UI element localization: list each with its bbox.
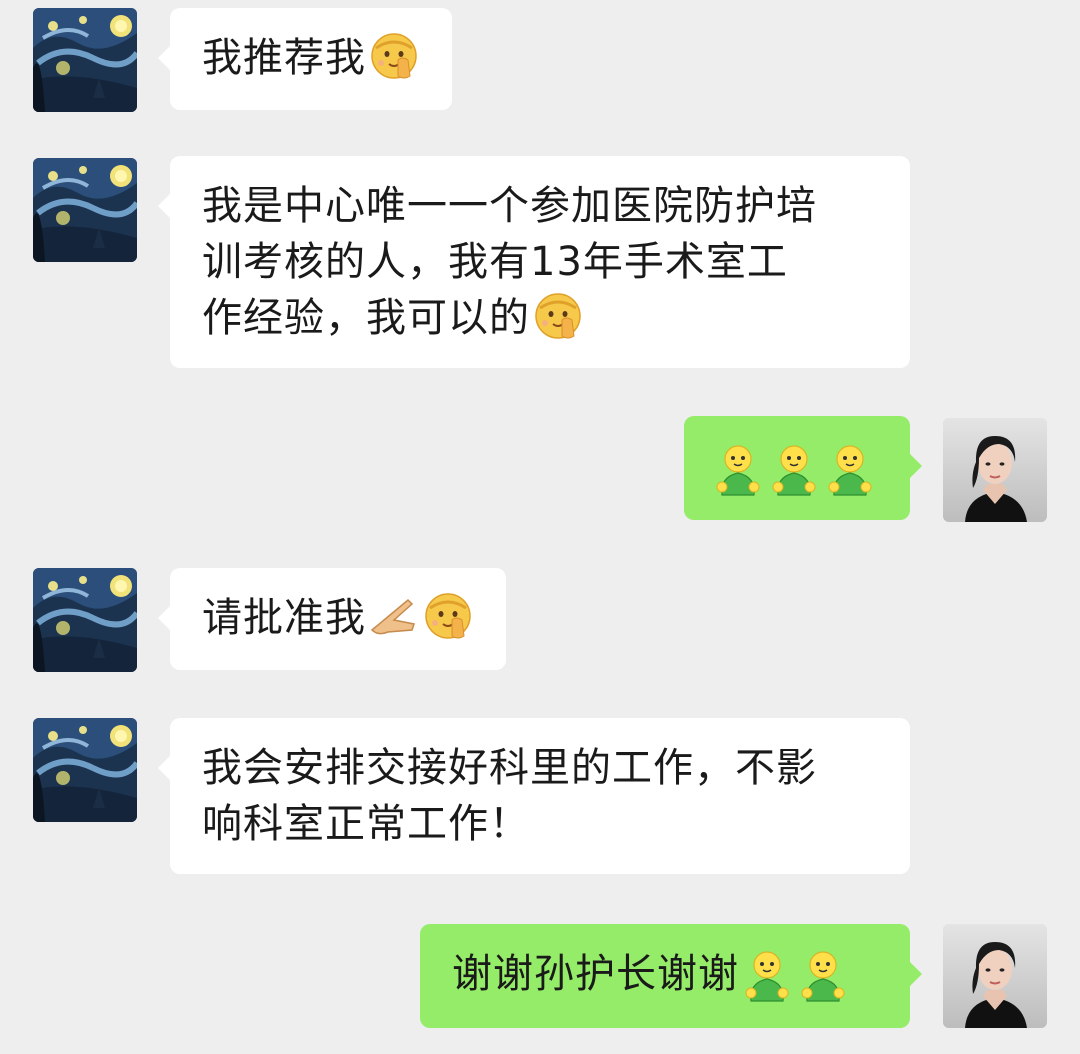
message-text: 我推荐我 [202,35,366,81]
starry-night-avatar[interactable] [33,718,137,822]
message-text: 谢谢孙护长谢谢 [452,951,739,997]
message-text-line-with-emoji: 作经验，我可以的 [202,290,878,346]
message-bubble-incoming[interactable]: 我会安排交接好科里的工作，不影 响科室正常工作！ [158,718,910,874]
shushing-face-emoji [422,590,474,642]
little-green-guy-icon [743,949,791,1003]
starry-night-avatar[interactable] [33,158,137,262]
message-bubble-outgoing[interactable] [684,416,922,520]
woman-portrait-avatar[interactable] [943,924,1047,1028]
message-text-line: 我是中心唯一一个参加医院防护培 [202,183,817,229]
little-green-guy-icon [714,443,762,497]
shushing-face-emoji [368,30,420,82]
pointing-hand-emoji [368,590,420,642]
little-green-guy-icon [799,949,847,1003]
message-bubble-incoming[interactable]: 我是中心唯一一个参加医院防护培 训考核的人，我有13年手术室工 作经验，我可以的 [158,156,910,368]
message-text: 请批准我 [202,595,366,641]
message-bubble-outgoing[interactable]: 谢谢孙护长谢谢 [420,924,922,1028]
woman-portrait-avatar[interactable] [943,418,1047,522]
shushing-face-emoji [532,290,584,342]
message-bubble-incoming[interactable]: 我推荐我 [158,8,452,110]
starry-night-avatar[interactable] [33,568,137,672]
little-green-guy-icon [770,443,818,497]
starry-night-avatar[interactable] [33,8,137,112]
little-green-guy-icon [826,443,874,497]
message-bubble-incoming[interactable]: 请批准我 [158,568,506,670]
message-text-line: 训考核的人，我有13年手术室工 [202,239,788,285]
message-text-line: 我会安排交接好科里的工作，不影 [202,745,817,791]
message-text-line: 作经验，我可以的 [202,295,530,341]
message-text-line: 响科室正常工作！ [202,801,530,847]
